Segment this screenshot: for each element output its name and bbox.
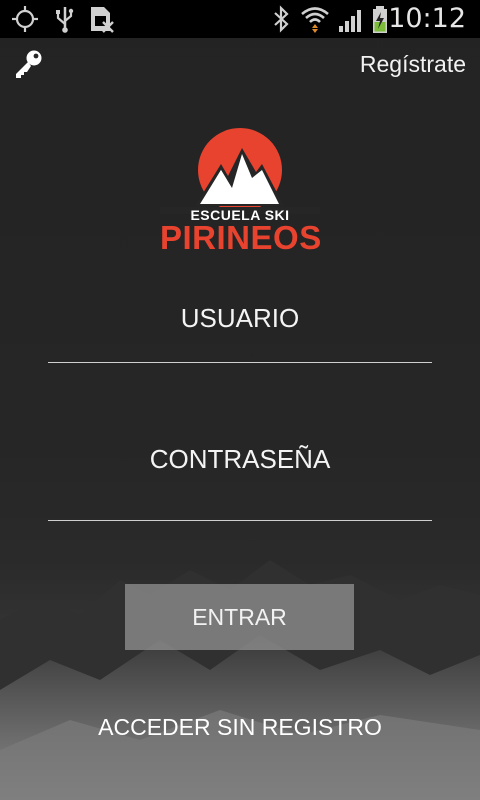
username-label: USUARIO [180, 303, 300, 333]
usb-icon [56, 7, 74, 33]
wifi-icon [301, 7, 329, 33]
signal-icon [339, 10, 361, 32]
password-label: CONTRASEÑA [149, 444, 331, 474]
logo: ESCUELA SKI PIRINEOS [160, 124, 322, 256]
key-icon[interactable] [12, 49, 44, 79]
logo-mountains-icon [160, 128, 320, 214]
password-input[interactable] [48, 493, 436, 519]
password-field[interactable]: CONTRASEÑA [48, 443, 436, 521]
mountain-background-image [0, 560, 480, 800]
bluetooth-icon [274, 5, 289, 33]
no-sim-icon [91, 7, 114, 33]
logo-title: PIRINEOS [160, 219, 322, 256]
register-link[interactable]: Regístrate [360, 50, 466, 78]
gps-icon [12, 6, 38, 32]
enter-button[interactable]: ENTRAR [125, 584, 354, 650]
status-bar: 10:12 [0, 0, 480, 38]
username-input[interactable] [48, 338, 436, 364]
guest-access-link[interactable]: ACCEDER SIN REGISTRO [0, 713, 480, 741]
clock-time: 10:12 [388, 3, 466, 34]
username-field[interactable]: USUARIO [48, 302, 436, 364]
login-screen: 10:12 Regístrate ESCUELA SKI PIRINEOS US… [0, 0, 480, 800]
